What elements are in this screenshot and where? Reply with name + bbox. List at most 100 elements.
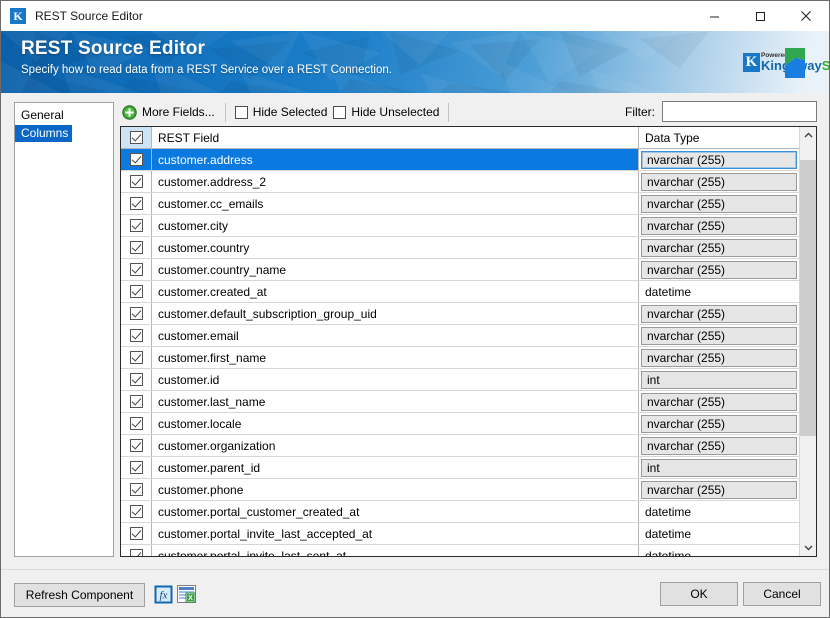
- maximize-button[interactable]: [737, 1, 783, 31]
- row-data-type[interactable]: nvarchar (255): [639, 237, 799, 258]
- table-row[interactable]: customer.portal_customer_created_at date…: [121, 501, 816, 523]
- row-checkbox[interactable]: [121, 193, 152, 214]
- scroll-up-button[interactable]: [800, 127, 816, 144]
- row-data-type[interactable]: nvarchar (255): [639, 259, 799, 280]
- row-data-type[interactable]: datetime: [639, 501, 799, 522]
- data-type-combobox[interactable]: nvarchar (255): [641, 348, 797, 367]
- row-data-type[interactable]: nvarchar (255): [639, 215, 799, 236]
- row-checkbox[interactable]: [121, 259, 152, 280]
- table-row[interactable]: customer.locale nvarchar (255): [121, 413, 816, 435]
- row-checkbox[interactable]: [121, 435, 152, 456]
- row-checkbox[interactable]: [121, 347, 152, 368]
- row-checkbox[interactable]: [121, 303, 152, 324]
- data-type-combobox[interactable]: int: [641, 458, 797, 477]
- row-checkbox[interactable]: [121, 457, 152, 478]
- row-checkbox[interactable]: [121, 171, 152, 192]
- row-data-type[interactable]: nvarchar (255): [639, 149, 799, 170]
- row-checkbox[interactable]: [121, 545, 152, 556]
- table-row[interactable]: customer.last_name nvarchar (255): [121, 391, 816, 413]
- row-data-type[interactable]: nvarchar (255): [639, 193, 799, 214]
- hide-unselected-checkbox[interactable]: Hide Unselected: [330, 101, 442, 123]
- data-type-combobox[interactable]: nvarchar (255): [641, 216, 797, 235]
- row-data-type[interactable]: datetime: [639, 523, 799, 544]
- table-row[interactable]: customer.country_name nvarchar (255): [121, 259, 816, 281]
- table-row[interactable]: customer.portal_invite_last_accepted_at …: [121, 523, 816, 545]
- table-row[interactable]: customer.city nvarchar (255): [121, 215, 816, 237]
- table-row[interactable]: customer.default_subscription_group_uid …: [121, 303, 816, 325]
- table-row[interactable]: customer.cc_emails nvarchar (255): [121, 193, 816, 215]
- row-checkbox[interactable]: [121, 281, 152, 302]
- table-row[interactable]: customer.organization nvarchar (255): [121, 435, 816, 457]
- row-checkbox[interactable]: [121, 215, 152, 236]
- data-type-combobox[interactable]: int: [641, 370, 797, 389]
- row-checkbox[interactable]: [121, 369, 152, 390]
- row-data-type[interactable]: nvarchar (255): [639, 347, 799, 368]
- row-data-type[interactable]: datetime: [639, 281, 799, 302]
- data-type-combobox[interactable]: nvarchar (255): [641, 260, 797, 279]
- column-header-data-type[interactable]: Data Type: [639, 127, 799, 148]
- table-row[interactable]: customer.portal_invite_last_sent_at date…: [121, 545, 816, 557]
- data-type-combobox[interactable]: nvarchar (255): [641, 172, 797, 191]
- row-field-name: customer.last_name: [152, 391, 639, 412]
- refresh-component-button[interactable]: Refresh Component: [14, 583, 145, 607]
- row-data-type[interactable]: nvarchar (255): [639, 479, 799, 500]
- data-type-combobox[interactable]: nvarchar (255): [641, 480, 797, 499]
- sidebar-item-general[interactable]: General: [15, 106, 113, 124]
- data-type-combobox[interactable]: nvarchar (255): [641, 304, 797, 323]
- row-checkbox[interactable]: [121, 501, 152, 522]
- table-row[interactable]: customer.country nvarchar (255): [121, 237, 816, 259]
- hide-selected-checkbox[interactable]: Hide Selected: [232, 101, 331, 123]
- table-row[interactable]: customer.id int: [121, 369, 816, 391]
- columns-grid[interactable]: REST Field Data Type customer.address nv…: [120, 126, 817, 557]
- data-type-combobox[interactable]: nvarchar (255): [641, 436, 797, 455]
- row-data-type[interactable]: nvarchar (255): [639, 171, 799, 192]
- banner-text-group: REST Source Editor Specify how to read d…: [21, 38, 392, 76]
- row-checkbox[interactable]: [121, 149, 152, 170]
- row-data-type[interactable]: nvarchar (255): [639, 391, 799, 412]
- row-data-type[interactable]: int: [639, 369, 799, 390]
- grid-vertical-scrollbar[interactable]: [799, 127, 816, 556]
- row-checkbox[interactable]: [121, 237, 152, 258]
- data-type-combobox[interactable]: nvarchar (255): [641, 414, 797, 433]
- row-data-type[interactable]: nvarchar (255): [639, 303, 799, 324]
- ok-button[interactable]: OK: [660, 582, 738, 606]
- minimize-button[interactable]: [691, 1, 737, 31]
- row-field-name: customer.cc_emails: [152, 193, 639, 214]
- header-select-all-checkbox[interactable]: [121, 127, 152, 148]
- more-fields-button[interactable]: More Fields...: [120, 101, 219, 123]
- expression-editor-button[interactable]: fx: [151, 582, 175, 606]
- table-row[interactable]: customer.created_at datetime: [121, 281, 816, 303]
- row-data-type[interactable]: datetime: [639, 545, 799, 557]
- row-check-icon: [129, 153, 143, 166]
- export-to-excel-button[interactable]: X: [174, 582, 198, 606]
- cancel-button[interactable]: Cancel: [743, 582, 821, 606]
- row-data-type[interactable]: nvarchar (255): [639, 435, 799, 456]
- sidebar-item-columns[interactable]: Columns: [15, 124, 113, 142]
- data-type-combobox[interactable]: nvarchar (255): [641, 392, 797, 411]
- table-row[interactable]: customer.phone nvarchar (255): [121, 479, 816, 501]
- filter-input[interactable]: [662, 101, 817, 122]
- data-type-combobox[interactable]: nvarchar (255): [641, 326, 797, 345]
- page-nav-list[interactable]: General Columns: [14, 102, 114, 557]
- row-data-type[interactable]: int: [639, 457, 799, 478]
- row-checkbox[interactable]: [121, 391, 152, 412]
- row-checkbox[interactable]: [121, 325, 152, 346]
- table-row[interactable]: customer.first_name nvarchar (255): [121, 347, 816, 369]
- svg-text:X: X: [188, 595, 193, 602]
- row-checkbox[interactable]: [121, 479, 152, 500]
- data-type-combobox[interactable]: nvarchar (255): [641, 194, 797, 213]
- scroll-thumb[interactable]: [800, 159, 816, 437]
- row-checkbox[interactable]: [121, 413, 152, 434]
- row-data-type[interactable]: nvarchar (255): [639, 413, 799, 434]
- data-type-combobox[interactable]: nvarchar (255): [641, 150, 797, 169]
- table-row[interactable]: customer.parent_id int: [121, 457, 816, 479]
- table-row[interactable]: customer.email nvarchar (255): [121, 325, 816, 347]
- table-row[interactable]: customer.address nvarchar (255): [121, 149, 816, 171]
- close-button[interactable]: [783, 1, 829, 31]
- data-type-combobox[interactable]: nvarchar (255): [641, 238, 797, 257]
- table-row[interactable]: customer.address_2 nvarchar (255): [121, 171, 816, 193]
- scroll-down-button[interactable]: [800, 539, 816, 556]
- column-header-rest-field[interactable]: REST Field: [152, 127, 639, 148]
- row-checkbox[interactable]: [121, 523, 152, 544]
- row-data-type[interactable]: nvarchar (255): [639, 325, 799, 346]
